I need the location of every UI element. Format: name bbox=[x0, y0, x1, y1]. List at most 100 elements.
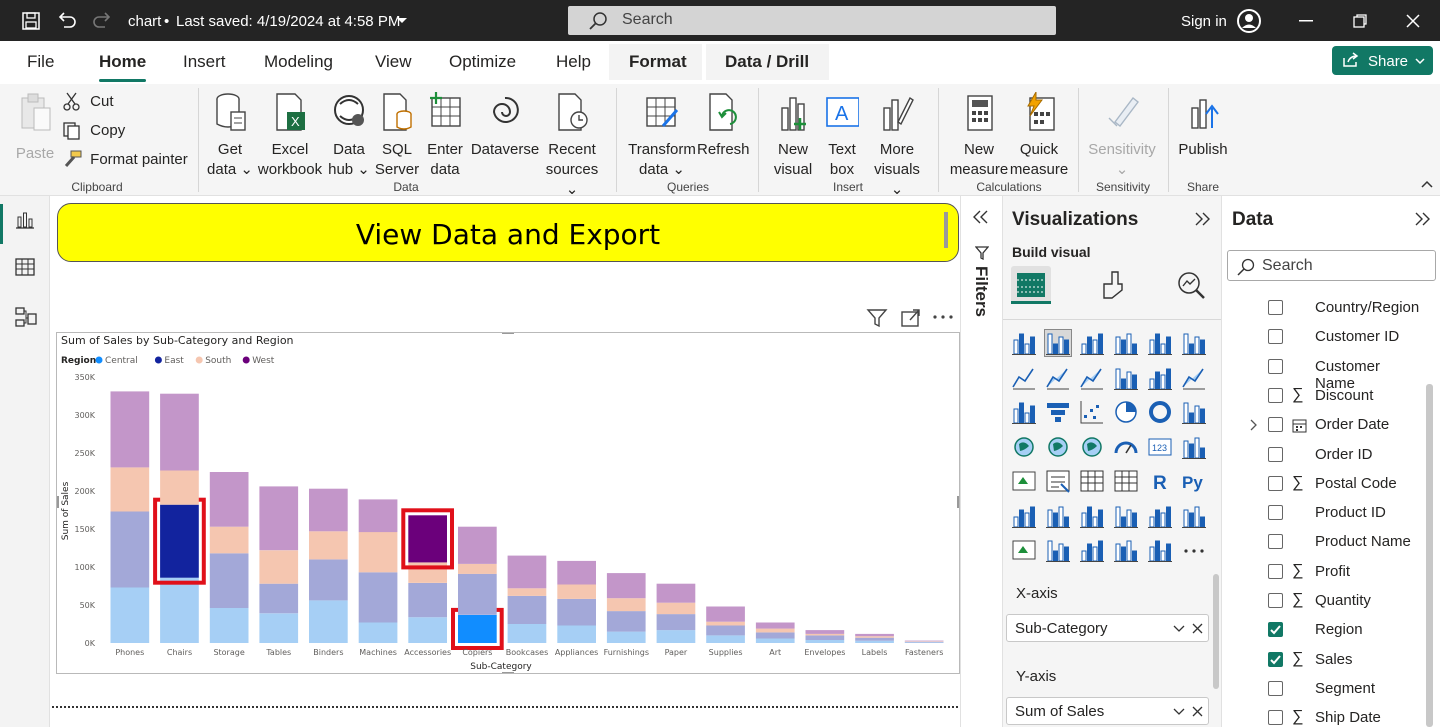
table-view-icon[interactable] bbox=[15, 258, 35, 276]
clustered-bar-icon[interactable] bbox=[1079, 330, 1105, 356]
field-checkbox[interactable] bbox=[1268, 505, 1283, 521]
bar-segment-envelopes-east[interactable] bbox=[805, 635, 845, 640]
bar-segment-bookcases-central[interactable] bbox=[507, 624, 547, 643]
chevron-right-icon[interactable] bbox=[1250, 419, 1258, 431]
redo-icon[interactable] bbox=[92, 11, 112, 29]
menu-format[interactable]: Format bbox=[629, 52, 687, 72]
chevron-down-icon[interactable] bbox=[396, 17, 408, 25]
menu-insert[interactable]: Insert bbox=[183, 52, 226, 72]
field-item[interactable]: ∑ Profit bbox=[1222, 558, 1422, 587]
decomposition-tree-icon[interactable] bbox=[1011, 503, 1037, 529]
refresh-button[interactable]: Refresh bbox=[697, 92, 750, 160]
line-stacked-column-icon[interactable] bbox=[1113, 365, 1139, 391]
copy-button[interactable]: Copy bbox=[62, 121, 125, 141]
legend-label-central[interactable]: Central bbox=[105, 356, 138, 366]
bar-segment-copiers-west[interactable] bbox=[458, 526, 497, 564]
bar-segment-accessories-east[interactable] bbox=[408, 583, 447, 618]
python-visual-icon[interactable]: Py bbox=[1181, 468, 1207, 494]
sql-server-button[interactable]: SQL Server bbox=[374, 92, 420, 180]
account-icon[interactable] bbox=[1236, 8, 1262, 34]
bar-segment-labels-south[interactable] bbox=[855, 636, 894, 638]
ribbon-icon[interactable] bbox=[1181, 365, 1207, 391]
field-item[interactable]: ∑ Postal Code bbox=[1222, 470, 1422, 499]
multi-row-card-icon[interactable] bbox=[1181, 434, 1207, 460]
bar-segment-labels-east[interactable] bbox=[855, 637, 894, 641]
slicer-icon[interactable] bbox=[1045, 468, 1071, 494]
restore-icon[interactable] bbox=[1353, 14, 1367, 28]
area-icon[interactable] bbox=[1045, 365, 1071, 391]
field-item[interactable]: Country/Region bbox=[1222, 294, 1422, 323]
format-visual-icon[interactable] bbox=[1098, 270, 1126, 300]
field-item[interactable]: ∑ Quantity bbox=[1222, 587, 1422, 616]
matrix-icon[interactable] bbox=[1113, 468, 1139, 494]
bar-segment-bookcases-east[interactable] bbox=[507, 595, 547, 624]
bar-segment-accessories-central[interactable] bbox=[408, 617, 447, 643]
bar-segment-chairs-central[interactable] bbox=[160, 577, 199, 643]
field-checkbox[interactable] bbox=[1268, 358, 1283, 374]
bar-segment-appliances-central[interactable] bbox=[557, 625, 596, 644]
bar-segment-fasteners-east[interactable] bbox=[904, 641, 944, 643]
bar-segment-machines-central[interactable] bbox=[358, 622, 398, 644]
field-item[interactable]: Order ID bbox=[1222, 441, 1422, 470]
bar-segment-fasteners-south[interactable] bbox=[904, 641, 944, 642]
bar-segment-tables-west[interactable] bbox=[259, 486, 299, 551]
bar-segment-furnishings-south[interactable] bbox=[606, 598, 646, 612]
bar-segment-copiers-south[interactable] bbox=[458, 564, 497, 574]
sign-in-link[interactable]: Sign in bbox=[1181, 13, 1227, 30]
dataverse-button[interactable]: Dataverse bbox=[470, 92, 540, 160]
bar-segment-paper-east[interactable] bbox=[656, 614, 696, 631]
treemap-icon[interactable] bbox=[1181, 399, 1207, 425]
bar-segment-tables-south[interactable] bbox=[259, 550, 299, 584]
build-visual-tab[interactable] bbox=[1011, 266, 1051, 304]
data-hub-button[interactable]: Data hub ⌄ bbox=[326, 92, 372, 180]
bar-segment-furnishings-central[interactable] bbox=[606, 631, 646, 643]
field-checkbox[interactable] bbox=[1268, 680, 1283, 696]
qa-icon[interactable] bbox=[1079, 503, 1105, 529]
bar-segment-copiers-central[interactable] bbox=[458, 614, 497, 643]
field-checkbox[interactable] bbox=[1268, 593, 1283, 608]
quick-measure-button[interactable]: Quick measure bbox=[1008, 90, 1070, 180]
bar-segment-phones-south[interactable] bbox=[110, 467, 150, 512]
bar-segment-binders-central[interactable] bbox=[309, 600, 348, 643]
scatter-icon[interactable] bbox=[1079, 399, 1105, 425]
bar-segment-fasteners-central[interactable] bbox=[904, 642, 944, 643]
kpi-icon[interactable] bbox=[1011, 468, 1037, 494]
bar-segment-storage-east[interactable] bbox=[209, 553, 249, 608]
map-icon[interactable] bbox=[1011, 434, 1037, 460]
field-checkbox[interactable] bbox=[1268, 534, 1283, 550]
menu-file[interactable]: File bbox=[27, 52, 54, 72]
bar-segment-appliances-south[interactable] bbox=[557, 584, 596, 599]
minimize-icon[interactable] bbox=[1299, 20, 1313, 22]
bar-segment-labels-central[interactable] bbox=[855, 640, 894, 643]
bar-segment-chairs-west[interactable] bbox=[160, 393, 199, 471]
excel-workbook-button[interactable]: X Excel workbook bbox=[256, 92, 324, 180]
new-visual-button[interactable]: New visual bbox=[770, 92, 816, 180]
text-box-button[interactable]: A Text box bbox=[820, 92, 864, 180]
y-axis-field-pill[interactable]: Sum of Sales bbox=[1006, 697, 1209, 725]
bar-segment-art-south[interactable] bbox=[755, 628, 795, 633]
field-checkbox[interactable] bbox=[1268, 329, 1283, 345]
bar-segment-envelopes-south[interactable] bbox=[805, 633, 845, 636]
field-item[interactable]: Segment bbox=[1222, 675, 1422, 704]
legend-marker-central[interactable] bbox=[95, 356, 103, 364]
bar-segment-appliances-east[interactable] bbox=[557, 598, 596, 626]
bar-segment-labels-west[interactable] bbox=[855, 633, 894, 637]
bar-segment-machines-west[interactable] bbox=[358, 499, 398, 533]
stacked-bar-icon[interactable] bbox=[1011, 330, 1037, 356]
menu-view[interactable]: View bbox=[375, 52, 412, 72]
collapse-visualizations-icon[interactable] bbox=[1195, 212, 1211, 226]
legend-marker-west[interactable] bbox=[242, 356, 250, 364]
collapse-ribbon-icon[interactable] bbox=[1421, 180, 1433, 188]
title-search-box[interactable]: Search bbox=[568, 6, 1056, 35]
menu-home[interactable]: Home bbox=[99, 52, 147, 82]
bar-segment-appliances-west[interactable] bbox=[557, 560, 596, 585]
bar-segment-machines-east[interactable] bbox=[358, 572, 398, 623]
bar-segment-binders-west[interactable] bbox=[309, 488, 348, 532]
narrative-chart-icon[interactable] bbox=[1079, 537, 1105, 563]
smart-narrative-icon[interactable] bbox=[1113, 503, 1139, 529]
field-item[interactable]: Customer ID bbox=[1222, 323, 1422, 352]
line-icon[interactable] bbox=[1011, 365, 1037, 391]
collapse-data-icon[interactable] bbox=[1415, 212, 1431, 226]
table-icon[interactable] bbox=[1079, 468, 1105, 494]
bar-segment-chairs-east[interactable] bbox=[160, 504, 199, 578]
